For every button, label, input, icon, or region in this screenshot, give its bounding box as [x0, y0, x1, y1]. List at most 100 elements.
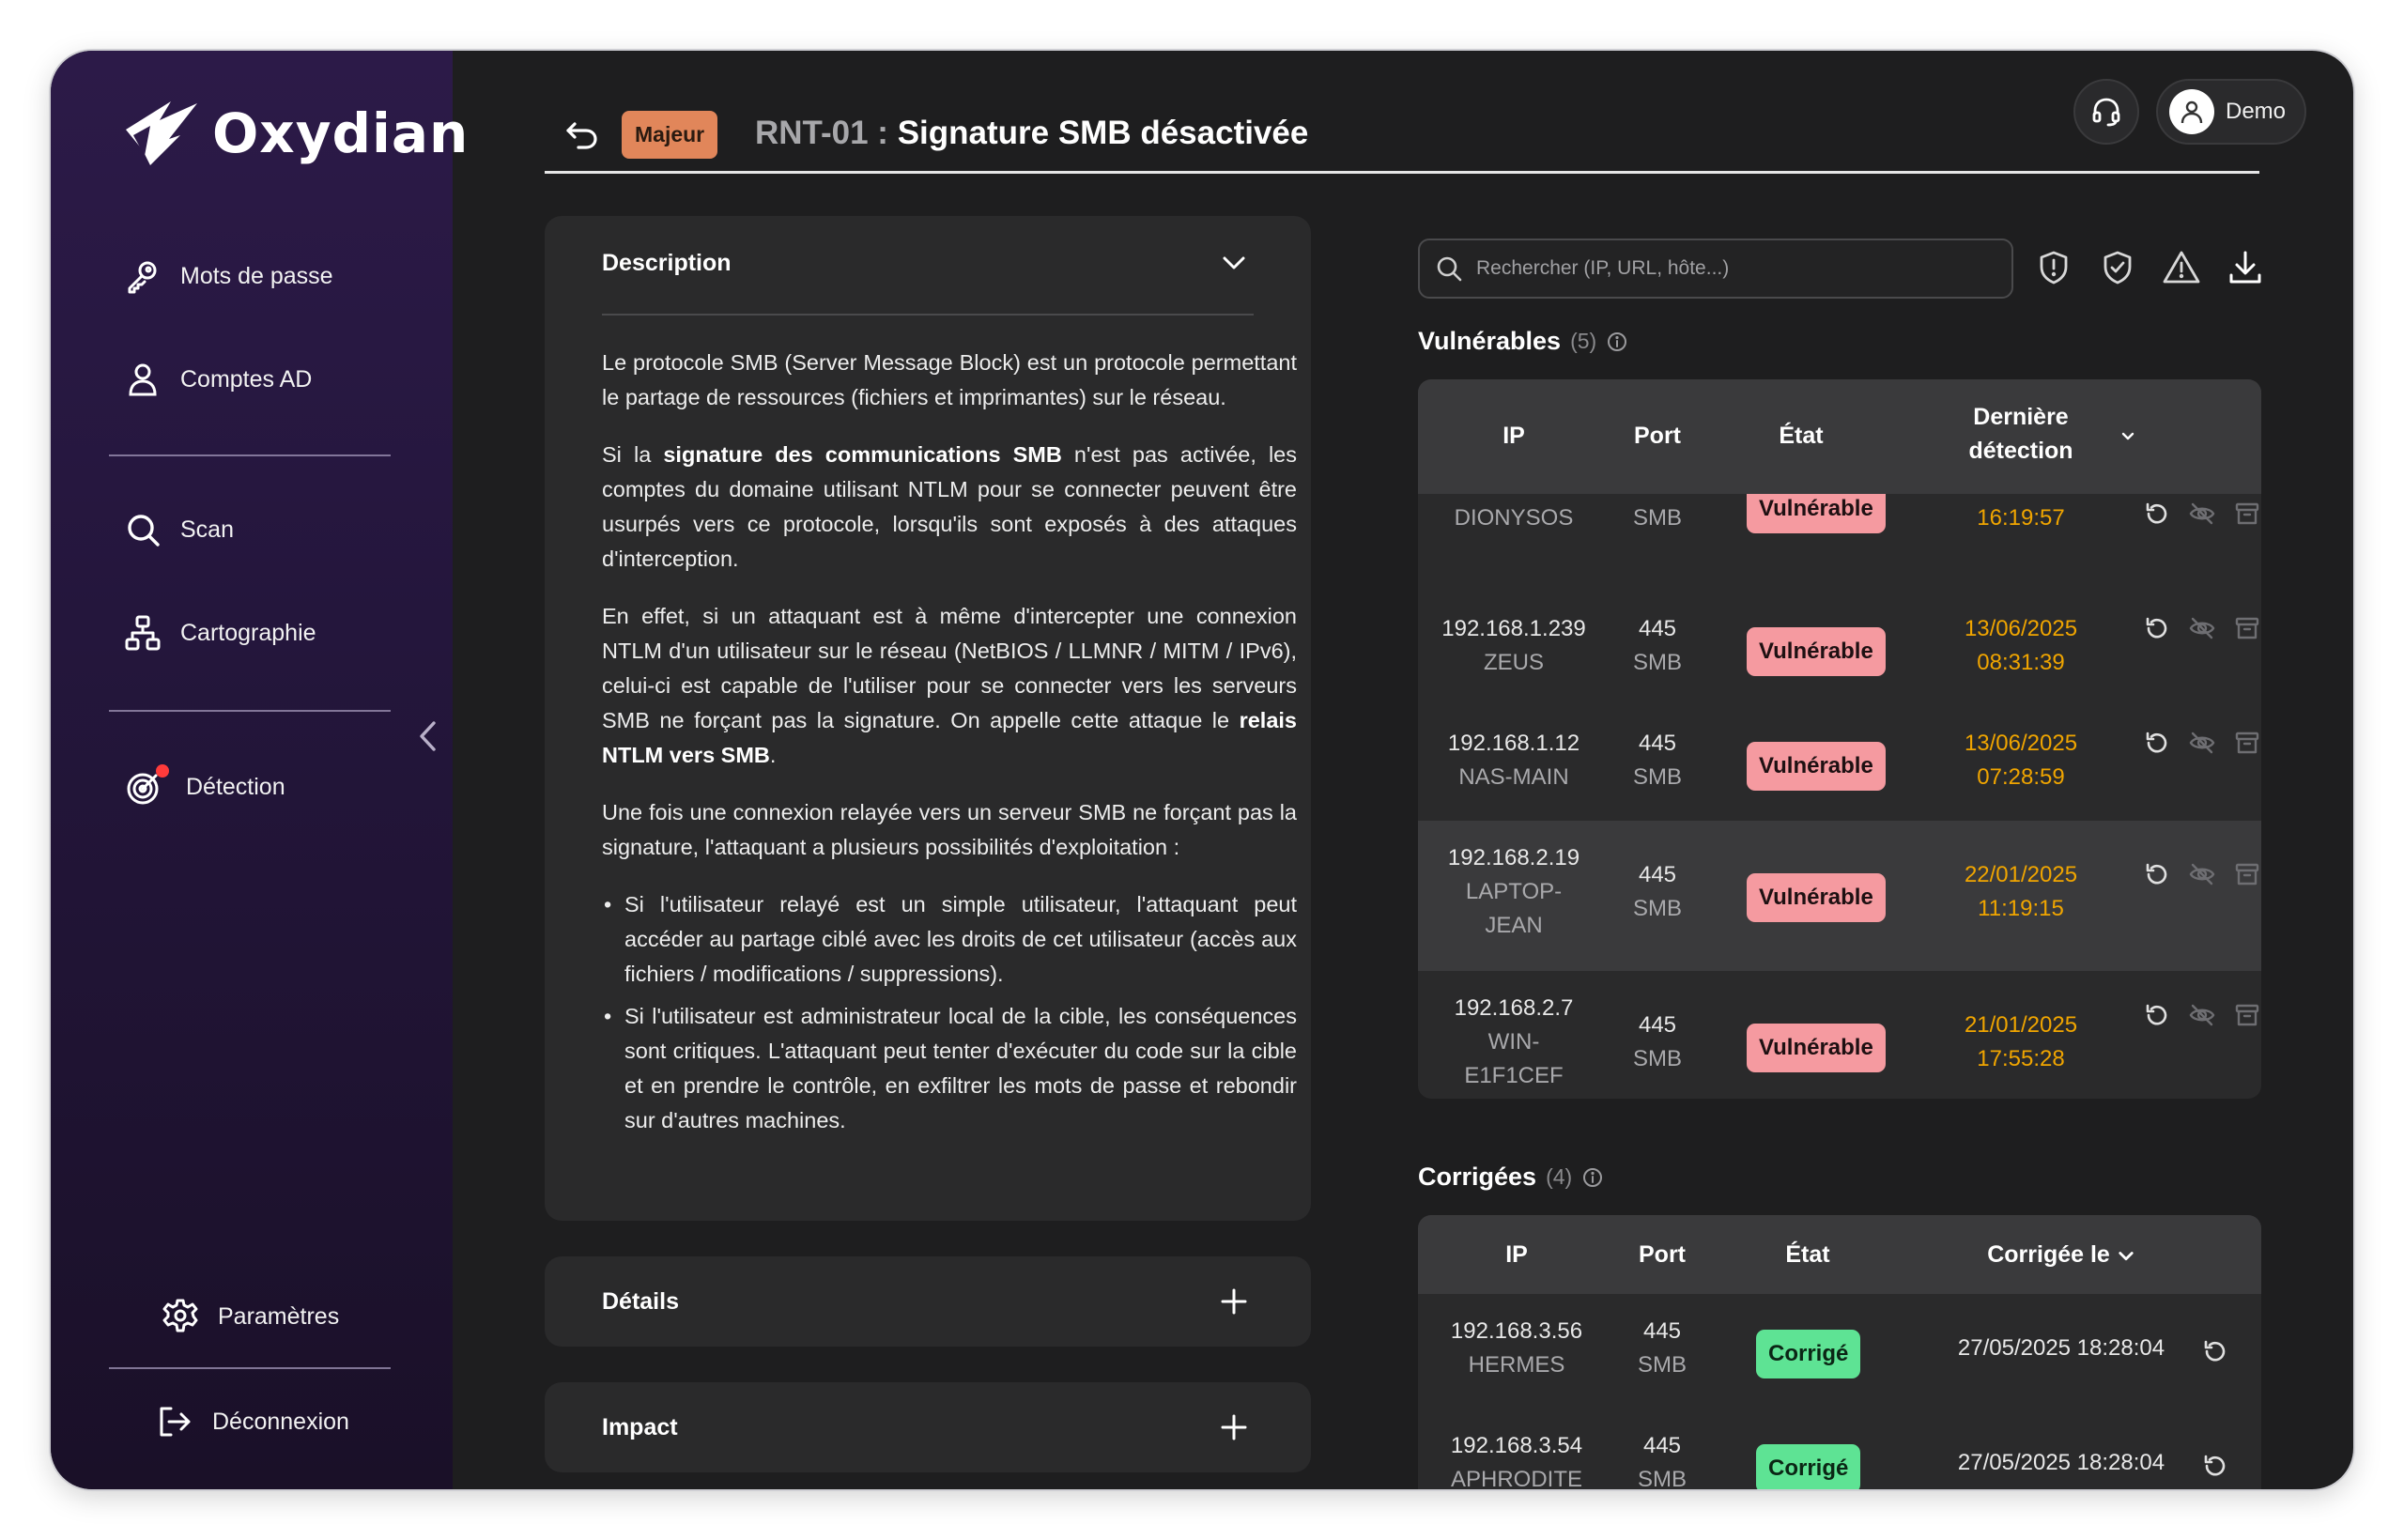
column-header-fixed-date[interactable]: Corrigée le	[1944, 1238, 2179, 1271]
sidebar-item-label: Détection	[186, 773, 285, 800]
warning-icon	[2163, 251, 2200, 284]
shield-alert-icon	[2040, 251, 2068, 285]
column-header-state[interactable]: État	[1705, 419, 1897, 453]
ignore-button[interactable]	[2186, 727, 2218, 759]
rescan-button[interactable]	[2141, 858, 2173, 890]
shield-check-icon	[2104, 251, 2132, 285]
search-input[interactable]	[1476, 257, 1983, 280]
logo[interactable]: Oxydian	[122, 98, 469, 169]
info-icon[interactable]	[1581, 1166, 1604, 1189]
app-name: Oxydian	[212, 101, 470, 165]
ignore-button[interactable]	[2186, 498, 2218, 530]
rescan-button[interactable]	[2141, 498, 2173, 530]
chevron-left-icon	[420, 721, 436, 751]
header-divider	[545, 171, 2259, 174]
settings-label: Paramètres	[218, 1302, 340, 1330]
archive-button[interactable]	[2231, 498, 2261, 530]
table-row[interactable]: 192.168.3.54 APHRODITE 445 SMB Corrigé 27/…	[1418, 1409, 2261, 1489]
settings-button[interactable]: Paramètres	[162, 1298, 339, 1335]
ignore-button[interactable]	[2186, 999, 2218, 1031]
notification-dot	[156, 764, 169, 778]
sidebar-item-passwords[interactable]: Mots de passe	[124, 257, 333, 295]
sidebar-item-cartography[interactable]: Cartographie	[124, 614, 316, 652]
sidebar-divider	[109, 454, 391, 456]
app-window: Oxydian Mots de passe Comptes AD Scan Ca…	[51, 51, 2353, 1489]
table-row[interactable]: 192.168.2.19 LAPTOP- JEAN 445 SMB Vulnérabl…	[1418, 821, 2261, 971]
severity-badge: Majeur	[622, 111, 718, 159]
column-header-port[interactable]: Port	[1615, 1238, 1709, 1271]
warning-filter-button[interactable]	[2158, 244, 2205, 291]
description-paragraph: Une fois une connexion relayée vers un s…	[602, 800, 1297, 859]
sidebar-item-scan[interactable]: Scan	[124, 511, 234, 548]
download-button[interactable]	[2222, 244, 2269, 291]
rescan-button[interactable]	[2199, 1335, 2231, 1367]
plus-icon	[1221, 1288, 1247, 1315]
shield-alert-filter-button[interactable]	[2030, 244, 2077, 291]
sidebar-item-label: Scan	[180, 516, 234, 543]
oxydian-logo-icon	[126, 101, 197, 165]
sort-chevron-down-icon[interactable]	[2120, 428, 2135, 443]
user-icon	[129, 363, 157, 396]
user-icon	[2181, 100, 2203, 124]
archive-button[interactable]	[2231, 727, 2261, 759]
column-header-last-detection[interactable]: Dernière détection	[1925, 400, 2117, 468]
archive-button[interactable]	[2231, 999, 2261, 1031]
logout-button[interactable]: Déconnexion	[156, 1403, 349, 1440]
rescan-button[interactable]	[2141, 612, 2173, 644]
finding-code: RNT-01 :	[755, 115, 888, 151]
column-header-ip[interactable]: IP	[1418, 1238, 1615, 1271]
description-heading: Description	[602, 250, 732, 276]
ignore-button[interactable]	[2186, 612, 2218, 644]
table-row[interactable]: 192.168.1.239 ZEUS 445 SMB Vulnérable 13/0…	[1418, 592, 2261, 706]
description-collapse-button[interactable]	[1215, 244, 1253, 282]
shield-check-filter-button[interactable]	[2094, 244, 2141, 291]
back-button[interactable]	[562, 115, 603, 156]
user-menu-button[interactable]: Demo	[2156, 79, 2306, 145]
column-header-state[interactable]: État	[1709, 1238, 1906, 1271]
page-header: Majeur RNT-01 : Signature SMB désactivée	[545, 98, 2263, 173]
page-title: RNT-01 : Signature SMB désactivée	[755, 115, 1308, 152]
rescan-button[interactable]	[2141, 999, 2173, 1031]
table-header: IP Port État Dernière détection	[1418, 379, 2261, 494]
gear-icon	[162, 1299, 198, 1332]
search-icon	[1437, 256, 1462, 282]
key-icon	[128, 261, 157, 294]
status-badge: Vulnérable	[1747, 873, 1886, 922]
collapse-sidebar-button[interactable]	[413, 717, 441, 755]
impact-expand-button[interactable]	[1215, 1409, 1253, 1446]
status-badge: Corrigé	[1756, 1444, 1861, 1489]
ignore-button[interactable]	[2186, 858, 2218, 890]
description-paragraph: Si la signature des communications SMB n…	[602, 442, 1297, 571]
archive-button[interactable]	[2231, 858, 2261, 890]
impact-heading: Impact	[602, 1414, 678, 1440]
info-icon[interactable]	[1606, 331, 1628, 353]
column-header-ip[interactable]: IP	[1418, 419, 1610, 453]
description-paragraph: En effet, si un attaquant est à même d'i…	[602, 604, 1297, 767]
list-item: Si l'utilisateur est administrateur loca…	[602, 999, 1297, 1138]
list-item: Si l'utilisateur relayé est un simple ut…	[602, 887, 1297, 992]
support-button[interactable]	[2073, 79, 2139, 145]
column-header-port[interactable]: Port	[1610, 419, 1705, 453]
fixed-section-title: Corrigées (4)	[1418, 1163, 1604, 1192]
rescan-button[interactable]	[2141, 727, 2173, 759]
rescan-button[interactable]	[2199, 1450, 2231, 1482]
finding-title: Signature SMB désactivée	[897, 115, 1309, 151]
logout-label: Déconnexion	[212, 1408, 349, 1435]
table-row[interactable]: 192.168.1.12 NAS-MAIN 445 SMB Vulnérable 1…	[1418, 706, 2261, 821]
impact-card[interactable]: Impact	[545, 1382, 1311, 1472]
table-row[interactable]: 192.168.3.56 HERMES 445 SMB Corrigé 27/05/…	[1418, 1294, 2261, 1409]
sidebar-item-ad-accounts[interactable]: Comptes AD	[124, 361, 312, 398]
exploitation-list: Si l'utilisateur relayé est un simple ut…	[602, 887, 1297, 1138]
sidebar-divider	[109, 710, 391, 712]
archive-button[interactable]	[2231, 612, 2261, 644]
sidebar-item-label: Comptes AD	[180, 365, 313, 393]
details-heading: Détails	[602, 1288, 679, 1315]
description-card: Description Le protocole SMB (Server Mes…	[545, 216, 1311, 1221]
sidebar-item-label: Mots de passe	[180, 262, 333, 289]
sidebar-item-detection[interactable]: Détection	[124, 768, 285, 806]
plus-icon	[1221, 1414, 1247, 1440]
details-expand-button[interactable]	[1215, 1283, 1253, 1320]
table-row[interactable]: 192.168.2.7 WIN- E1F1CEF 445 SMB Vulnérable…	[1418, 971, 2261, 1099]
details-card[interactable]: Détails	[545, 1256, 1311, 1347]
download-icon	[2229, 251, 2261, 284]
